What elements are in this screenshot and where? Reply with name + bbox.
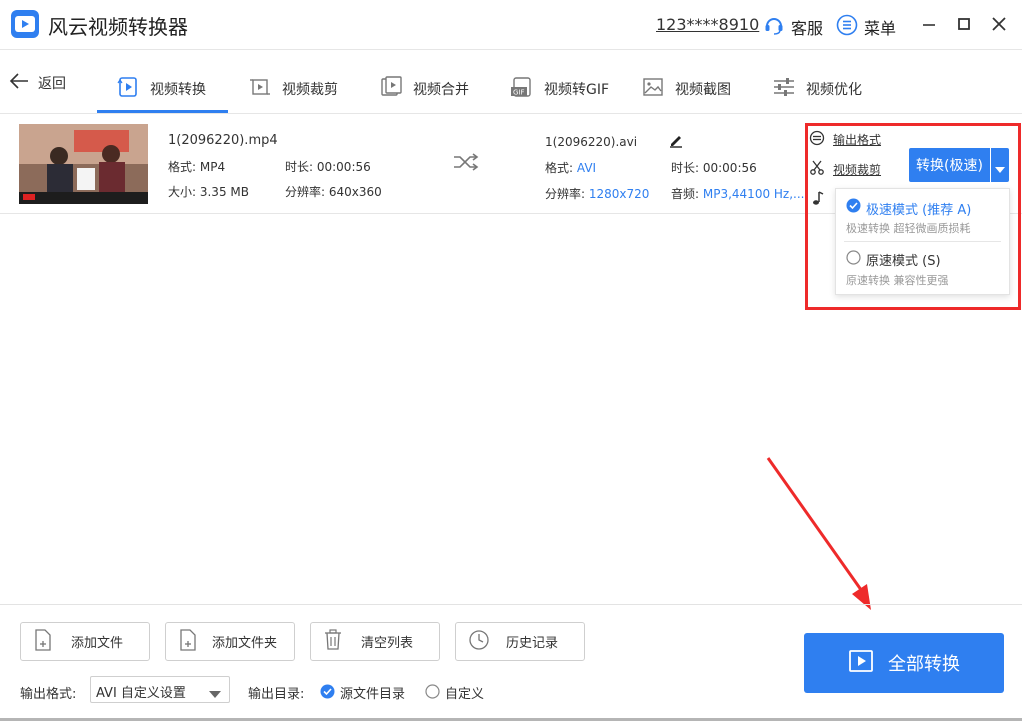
source-resolution: 分辨率: 640x360 xyxy=(285,185,382,199)
output-format-label: 输出格式: xyxy=(20,687,77,702)
maximize-icon[interactable] xyxy=(954,14,974,34)
tab-label: 视频转GIF xyxy=(544,82,610,98)
output-audio: 音频: MP3,44100 Hz,... xyxy=(671,187,805,201)
active-tab-indicator xyxy=(97,110,228,113)
tab-video-optimize[interactable]: 视频优化 xyxy=(772,66,862,112)
tab-video-screenshot[interactable]: 视频截图 xyxy=(641,66,731,112)
close-icon[interactable] xyxy=(989,14,1009,34)
source-duration: 时长: 00:00:56 xyxy=(285,160,371,174)
arrow-left-icon xyxy=(8,72,30,94)
button-label: 添加文件夹 xyxy=(212,636,278,651)
tab-label: 视频转换 xyxy=(150,82,206,98)
radio-custom-dir[interactable] xyxy=(425,684,440,703)
output-resolution: 分辨率: 1280x720 xyxy=(545,187,650,201)
highlight-box xyxy=(805,123,1021,310)
bottom-divider xyxy=(0,604,1022,605)
play-square-icon xyxy=(848,649,874,678)
clear-list-button[interactable]: 清空列表 xyxy=(310,622,440,661)
screenshot-icon xyxy=(641,75,665,103)
tab-label: 视频合并 xyxy=(413,82,469,98)
output-format: 格式: AVI xyxy=(545,161,597,175)
back-label: 返回 xyxy=(38,76,66,92)
trash-icon xyxy=(323,628,343,656)
account-link[interactable]: 123****8910 xyxy=(656,15,759,34)
optimize-icon xyxy=(772,75,796,103)
app-logo-icon xyxy=(11,10,39,38)
clock-icon xyxy=(468,629,490,655)
svg-text:GIF: GIF xyxy=(513,89,525,97)
tab-label: 视频优化 xyxy=(806,82,862,98)
source-file-name: 1(2096220).mp4 xyxy=(168,133,278,148)
convert-all-label: 全部转换 xyxy=(888,654,960,675)
edit-name-icon[interactable] xyxy=(668,132,684,152)
button-label: 清空列表 xyxy=(361,636,414,651)
headset-icon[interactable] xyxy=(763,14,785,40)
shuffle-icon xyxy=(452,152,480,176)
history-button[interactable]: 历史记录 xyxy=(455,622,585,661)
output-duration: 时长: 00:00:56 xyxy=(671,161,757,175)
gif-icon: GIF xyxy=(510,75,534,103)
video-merge-icon xyxy=(379,75,403,103)
video-crop-icon xyxy=(248,75,272,103)
output-dir-label: 输出目录: xyxy=(248,687,305,702)
caret-down-icon xyxy=(209,687,221,702)
add-folder-button[interactable]: 添加文件夹 xyxy=(165,622,295,661)
output-file-name: 1(2096220).avi xyxy=(545,135,638,149)
button-label: 添加文件 xyxy=(71,636,124,651)
radio-label: 源文件目录 xyxy=(340,687,406,702)
radio-source-dir[interactable] xyxy=(320,684,335,703)
video-convert-icon xyxy=(116,75,140,103)
video-thumbnail xyxy=(19,124,148,204)
button-label: 历史记录 xyxy=(506,636,559,651)
tab-video-merge[interactable]: 视频合并 xyxy=(379,66,469,112)
menu-button[interactable]: 菜单 xyxy=(864,15,896,39)
source-format: 格式: MP4 xyxy=(168,160,226,174)
tab-label: 视频裁剪 xyxy=(282,82,338,98)
tab-label: 视频截图 xyxy=(675,82,731,98)
tab-video-convert[interactable]: 视频转换 xyxy=(116,66,206,112)
tab-video-crop[interactable]: 视频裁剪 xyxy=(248,66,338,112)
output-format-value: AVI 自定义设置 xyxy=(96,686,186,701)
add-folder-icon xyxy=(178,628,198,656)
back-button[interactable]: 返回 xyxy=(8,72,66,94)
minimize-icon[interactable] xyxy=(919,14,939,34)
add-file-button[interactable]: 添加文件 xyxy=(20,622,150,661)
customer-service-button[interactable]: 客服 xyxy=(791,15,823,39)
menu-list-icon[interactable] xyxy=(836,14,858,40)
tab-video-to-gif[interactable]: GIF 视频转GIF xyxy=(510,66,609,112)
app-title: 风云视频转换器 xyxy=(48,15,188,39)
radio-label: 自定义 xyxy=(445,687,485,702)
source-size: 大小: 3.35 MB xyxy=(168,185,249,199)
add-file-icon xyxy=(33,628,53,656)
convert-all-button[interactable]: 全部转换 xyxy=(804,633,1004,693)
